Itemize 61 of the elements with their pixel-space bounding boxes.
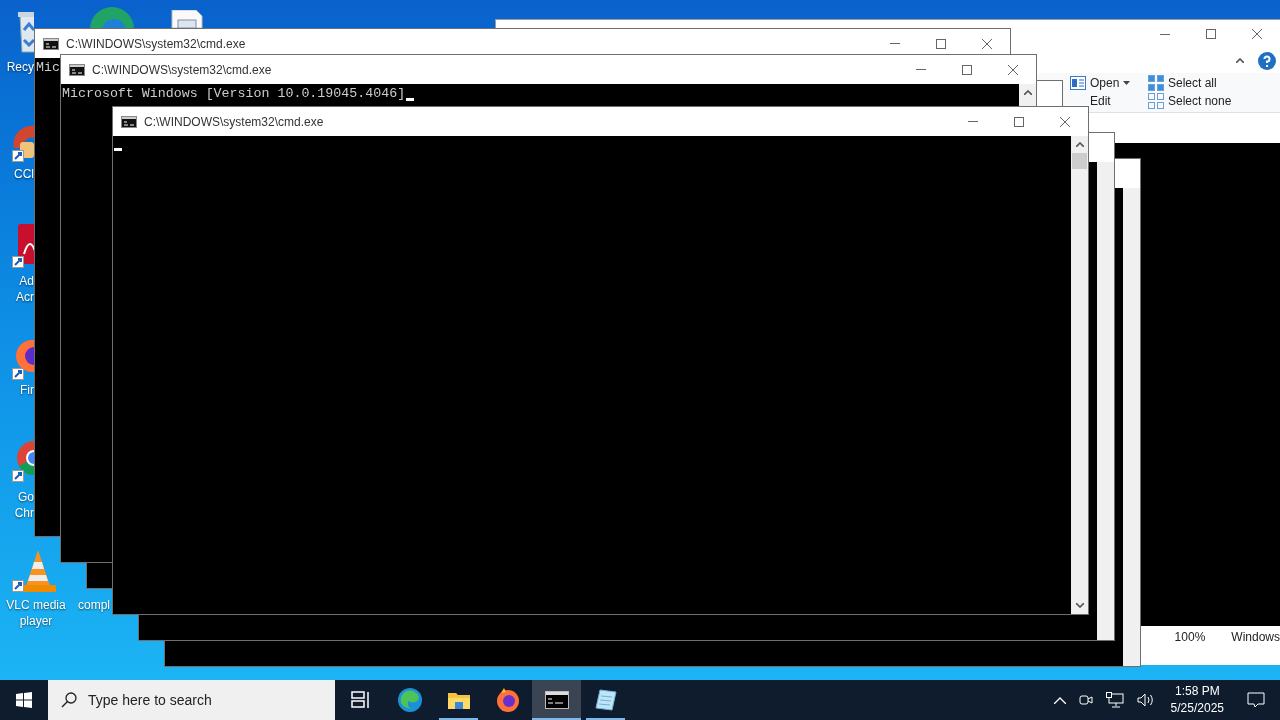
scroll-down-icon[interactable] — [1075, 603, 1084, 608]
scrollbar[interactable] — [1071, 136, 1088, 614]
ribbon-button[interactable]: Open — [1070, 75, 1131, 91]
help-icon[interactable] — [1258, 51, 1276, 70]
console-icon — [69, 63, 85, 76]
scroll-up-icon[interactable] — [1023, 90, 1032, 95]
minimize-icon — [968, 121, 978, 122]
chevron-up-icon[interactable] — [1053, 696, 1066, 704]
ribbon-button[interactable]: Edit — [1090, 93, 1111, 109]
desktop-icon-label: Ad Acr — [15, 273, 34, 305]
close-icon — [982, 38, 992, 49]
folder-icon — [446, 690, 471, 710]
search-icon — [61, 692, 77, 708]
minimize-icon — [890, 43, 900, 44]
taskbar-app[interactable] — [532, 680, 581, 720]
grid-icon — [1148, 93, 1164, 109]
desktop-icon-label: Go Chr — [13, 489, 34, 521]
desktop-icon-label: compl — [78, 597, 111, 613]
windows-logo-icon — [16, 692, 32, 708]
close-icon — [1252, 29, 1262, 39]
desktop-icon-label: Fir — [19, 382, 34, 398]
window-title: C:\WINDOWS\system32\cmd.exe — [92, 61, 272, 79]
console-icon — [544, 691, 569, 709]
minimize-icon — [1160, 33, 1170, 35]
desktop-icon-label: VLC media player — [5, 597, 67, 629]
console-line: Microsoft Windows [Version 10.0.19045.4046] — [62, 86, 406, 102]
file-shortcut-icon[interactable] — [170, 10, 204, 28]
clock[interactable]: 1:58 PM 5/25/2025 — [1162, 683, 1232, 717]
scroll-up-icon[interactable] — [1075, 142, 1084, 147]
grid-icon — [1148, 75, 1164, 91]
status-text: Windows — [1231, 629, 1280, 646]
scrollbar-thumb[interactable] — [1072, 153, 1087, 169]
fox-icon — [494, 687, 521, 713]
maximize-icon — [1206, 29, 1216, 39]
browser-wave-icon — [396, 687, 423, 713]
console-line: Mic — [36, 60, 60, 76]
window-icon — [1070, 76, 1086, 90]
ribbon-button[interactable]: Select none — [1148, 93, 1232, 109]
search-field[interactable]: Type here to search — [48, 680, 335, 720]
close-icon — [1008, 64, 1018, 75]
notepad-icon — [593, 688, 618, 712]
window-title: C:\WINDOWS\system32\cmd.exe — [144, 113, 324, 131]
maximize-icon — [1014, 116, 1024, 127]
console-icon — [121, 115, 137, 128]
ribbon-button[interactable]: Select all — [1148, 75, 1217, 91]
minimize-icon — [916, 69, 926, 70]
camera-icon[interactable] — [1078, 692, 1093, 708]
console-icon — [43, 37, 59, 50]
close-icon — [1060, 116, 1070, 127]
status-text: 100% — [1174, 629, 1206, 646]
collapse-ribbon-icon[interactable] — [1236, 58, 1244, 63]
speaker-icon[interactable] — [1136, 692, 1155, 708]
desktop-icon-label: CCl — [13, 166, 34, 182]
desktop-icon-label: Recy — [5, 59, 34, 75]
window-title: C:\WINDOWS\system32\cmd.exe — [66, 35, 246, 53]
caret-icon — [1123, 81, 1131, 85]
network-icon[interactable] — [1105, 692, 1124, 708]
chat-bubble-icon — [1247, 691, 1265, 709]
maximize-icon — [936, 38, 946, 49]
maximize-icon — [962, 64, 972, 75]
task-view-icon — [350, 691, 371, 709]
